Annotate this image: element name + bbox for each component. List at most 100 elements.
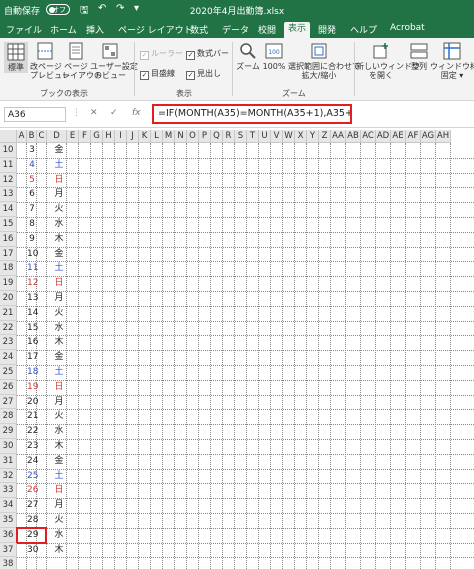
weekday-cell[interactable]: 火 xyxy=(49,513,69,528)
weekday-cell[interactable]: 水 xyxy=(49,217,69,232)
more-options-icon[interactable]: ⋮ xyxy=(72,108,81,118)
day-cell[interactable]: 22 xyxy=(27,424,38,439)
column-header[interactable]: Q xyxy=(211,130,223,143)
column-header[interactable]: F xyxy=(79,130,91,143)
weekday-cell[interactable]: 金 xyxy=(49,454,69,469)
day-cell[interactable]: 21 xyxy=(27,409,38,424)
gridlines-checkbox[interactable]: ✓ 目盛線 xyxy=(140,68,175,80)
column-header[interactable]: V xyxy=(271,130,283,143)
column-header[interactable]: AG xyxy=(421,130,436,143)
row-header[interactable]: 12 xyxy=(0,172,17,188)
day-cell[interactable]: 11 xyxy=(27,261,38,276)
weekday-cell[interactable]: 水 xyxy=(49,528,69,543)
weekday-cell[interactable]: 金 xyxy=(49,350,69,365)
row-header[interactable]: 13 xyxy=(0,187,17,203)
row-header[interactable]: 11 xyxy=(0,157,17,173)
insert-function-icon[interactable]: fx xyxy=(132,108,141,118)
day-cell[interactable]: 24 xyxy=(27,454,38,469)
row-header[interactable]: 36 xyxy=(0,527,17,543)
column-header[interactable]: C xyxy=(37,130,47,143)
day-cell[interactable]: 3 xyxy=(27,143,37,158)
formula-bar-checkbox[interactable]: ✓ 数式バー xyxy=(186,48,229,60)
day-cell[interactable]: 7 xyxy=(27,202,37,217)
column-header[interactable]: K xyxy=(139,130,151,143)
row-header[interactable]: 15 xyxy=(0,217,17,232)
normal-view-button[interactable]: 標準 xyxy=(4,42,28,73)
column-header[interactable]: A xyxy=(17,130,27,143)
weekday-cell[interactable]: 土 xyxy=(49,365,69,380)
weekday-cell[interactable]: 木 xyxy=(49,335,69,350)
column-header[interactable]: S xyxy=(235,130,247,143)
tab-help[interactable]: ヘルプ xyxy=(350,23,377,36)
tab-acrobat[interactable]: Acrobat xyxy=(390,23,425,33)
tab-page-layout[interactable]: ページ レイアウト xyxy=(118,23,193,36)
row-header[interactable]: 17 xyxy=(0,246,17,262)
row-header[interactable]: 37 xyxy=(0,542,17,558)
day-cell[interactable]: 18 xyxy=(27,365,38,380)
page-layout-button[interactable]: ページ レイアウト xyxy=(62,42,102,80)
weekday-cell[interactable]: 月 xyxy=(49,187,69,202)
row-header[interactable]: 33 xyxy=(0,483,17,499)
weekday-cell[interactable]: 日 xyxy=(49,173,69,188)
day-cell[interactable]: 4 xyxy=(27,158,37,173)
day-cell[interactable]: 12 xyxy=(27,276,38,291)
column-header[interactable]: Z xyxy=(319,130,331,143)
row-header[interactable]: 38 xyxy=(0,557,17,569)
select-all-corner[interactable] xyxy=(0,130,17,143)
column-header[interactable]: P xyxy=(199,130,211,143)
day-cell[interactable]: 15 xyxy=(27,321,38,336)
arrange-all-button[interactable]: 整列 xyxy=(408,42,430,71)
day-cell[interactable]: 6 xyxy=(27,187,37,202)
row-header[interactable]: 31 xyxy=(0,453,17,469)
day-cell[interactable]: 9 xyxy=(27,232,37,247)
day-cell[interactable]: 16 xyxy=(27,335,38,350)
page-break-preview-button[interactable]: 改ページ プレビュー xyxy=(30,42,70,80)
column-header[interactable]: AC xyxy=(361,130,376,143)
column-header[interactable]: AE xyxy=(391,130,406,143)
row-header[interactable]: 16 xyxy=(0,231,17,247)
row-header[interactable]: 26 xyxy=(0,379,17,395)
row-header[interactable]: 21 xyxy=(0,305,17,321)
tab-insert[interactable]: 挿入 xyxy=(86,23,104,36)
day-cell[interactable]: 8 xyxy=(27,217,37,232)
day-cell[interactable]: 30 xyxy=(27,543,38,558)
column-header[interactable]: X xyxy=(295,130,307,143)
column-header[interactable]: AF xyxy=(406,130,421,143)
weekday-cell[interactable]: 水 xyxy=(49,321,69,336)
row-header[interactable]: 18 xyxy=(0,261,17,277)
row-header[interactable]: 35 xyxy=(0,513,17,528)
ruler-checkbox[interactable]: ✓ ルーラー xyxy=(140,48,183,60)
row-header[interactable]: 19 xyxy=(0,276,17,291)
weekday-cell[interactable]: 火 xyxy=(49,306,69,321)
cancel-icon[interactable]: ✕ xyxy=(90,108,98,118)
tab-data[interactable]: データ xyxy=(222,23,249,36)
new-window-button[interactable]: 新しいウィンドウ を開く xyxy=(356,42,420,80)
tab-view[interactable]: 表示 xyxy=(284,22,311,38)
column-header[interactable]: AH xyxy=(436,130,451,143)
day-cell[interactable]: 13 xyxy=(27,291,38,306)
weekday-cell[interactable]: 日 xyxy=(49,276,69,291)
day-cell[interactable]: 10 xyxy=(27,247,38,262)
column-header[interactable]: U xyxy=(259,130,271,143)
row-header[interactable]: 34 xyxy=(0,498,17,513)
column-header[interactable]: W xyxy=(283,130,295,143)
weekday-cell[interactable]: 金 xyxy=(49,247,69,262)
weekday-cell[interactable]: 水 xyxy=(49,424,69,439)
column-header[interactable]: J xyxy=(127,130,139,143)
freeze-panes-button[interactable]: ウィンドウ枠の 固定 ▾ xyxy=(430,42,474,80)
formula-input[interactable]: =IF(MONTH(A35)=MONTH(A35+1),A35+1,"") xyxy=(152,104,352,124)
row-header[interactable]: 30 xyxy=(0,439,17,454)
zoom-to-selection-button[interactable]: 選択範囲に合わせて 拡大/縮小 xyxy=(288,42,360,80)
day-cell[interactable]: 19 xyxy=(27,380,38,395)
row-header[interactable]: 32 xyxy=(0,468,17,484)
row-header[interactable]: 14 xyxy=(0,202,17,217)
row-header[interactable]: 20 xyxy=(0,291,17,306)
day-cell[interactable]: 26 xyxy=(27,483,38,498)
tab-formulas[interactable]: 数式 xyxy=(190,23,208,36)
column-header[interactable]: E xyxy=(67,130,79,143)
row-header[interactable]: 27 xyxy=(0,394,17,410)
day-cell[interactable]: 17 xyxy=(27,350,38,365)
column-header[interactable]: O xyxy=(187,130,199,143)
row-header[interactable]: 29 xyxy=(0,424,17,439)
headings-checkbox[interactable]: ✓ 見出し xyxy=(186,68,221,80)
